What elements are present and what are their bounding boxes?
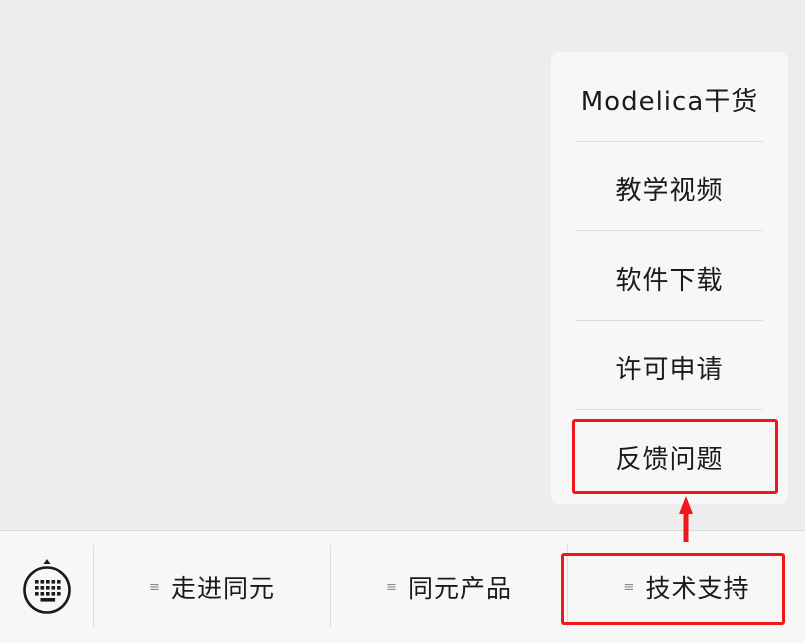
- keyboard-icon: [22, 559, 71, 614]
- menu-item-products[interactable]: ≡ 同元产品: [331, 531, 567, 643]
- annotation-arrow-icon: [679, 496, 693, 542]
- divider: [575, 409, 763, 410]
- tech-support-highlight-box: [561, 553, 785, 625]
- submenu-item-label: 教学视频: [615, 176, 724, 206]
- menu-item-about[interactable]: ≡ 走进同元: [94, 531, 330, 643]
- divider: [575, 320, 763, 321]
- submenu-item-modelica[interactable]: Modelica干货: [551, 55, 788, 144]
- menu-lines-icon: ≡: [149, 579, 161, 595]
- submenu-item-label: 许可申请: [615, 355, 724, 385]
- divider: [575, 230, 763, 231]
- submenu-item-label: Modelica干货: [580, 87, 759, 117]
- menu-item-label: 同元产品: [407, 574, 512, 603]
- submenu-item-software-download[interactable]: 软件下载: [551, 234, 788, 323]
- submenu-item-license-request[interactable]: 许可申请: [551, 323, 788, 412]
- submenu-item-tutorial-videos[interactable]: 教学视频: [551, 144, 788, 233]
- menu-lines-icon: ≡: [386, 579, 398, 595]
- menu-item-label: 走进同元: [170, 574, 275, 603]
- divider: [575, 141, 763, 142]
- submenu-item-label: 软件下载: [615, 266, 724, 296]
- feedback-highlight-box: [572, 419, 778, 494]
- keyboard-toggle-button[interactable]: [0, 531, 93, 643]
